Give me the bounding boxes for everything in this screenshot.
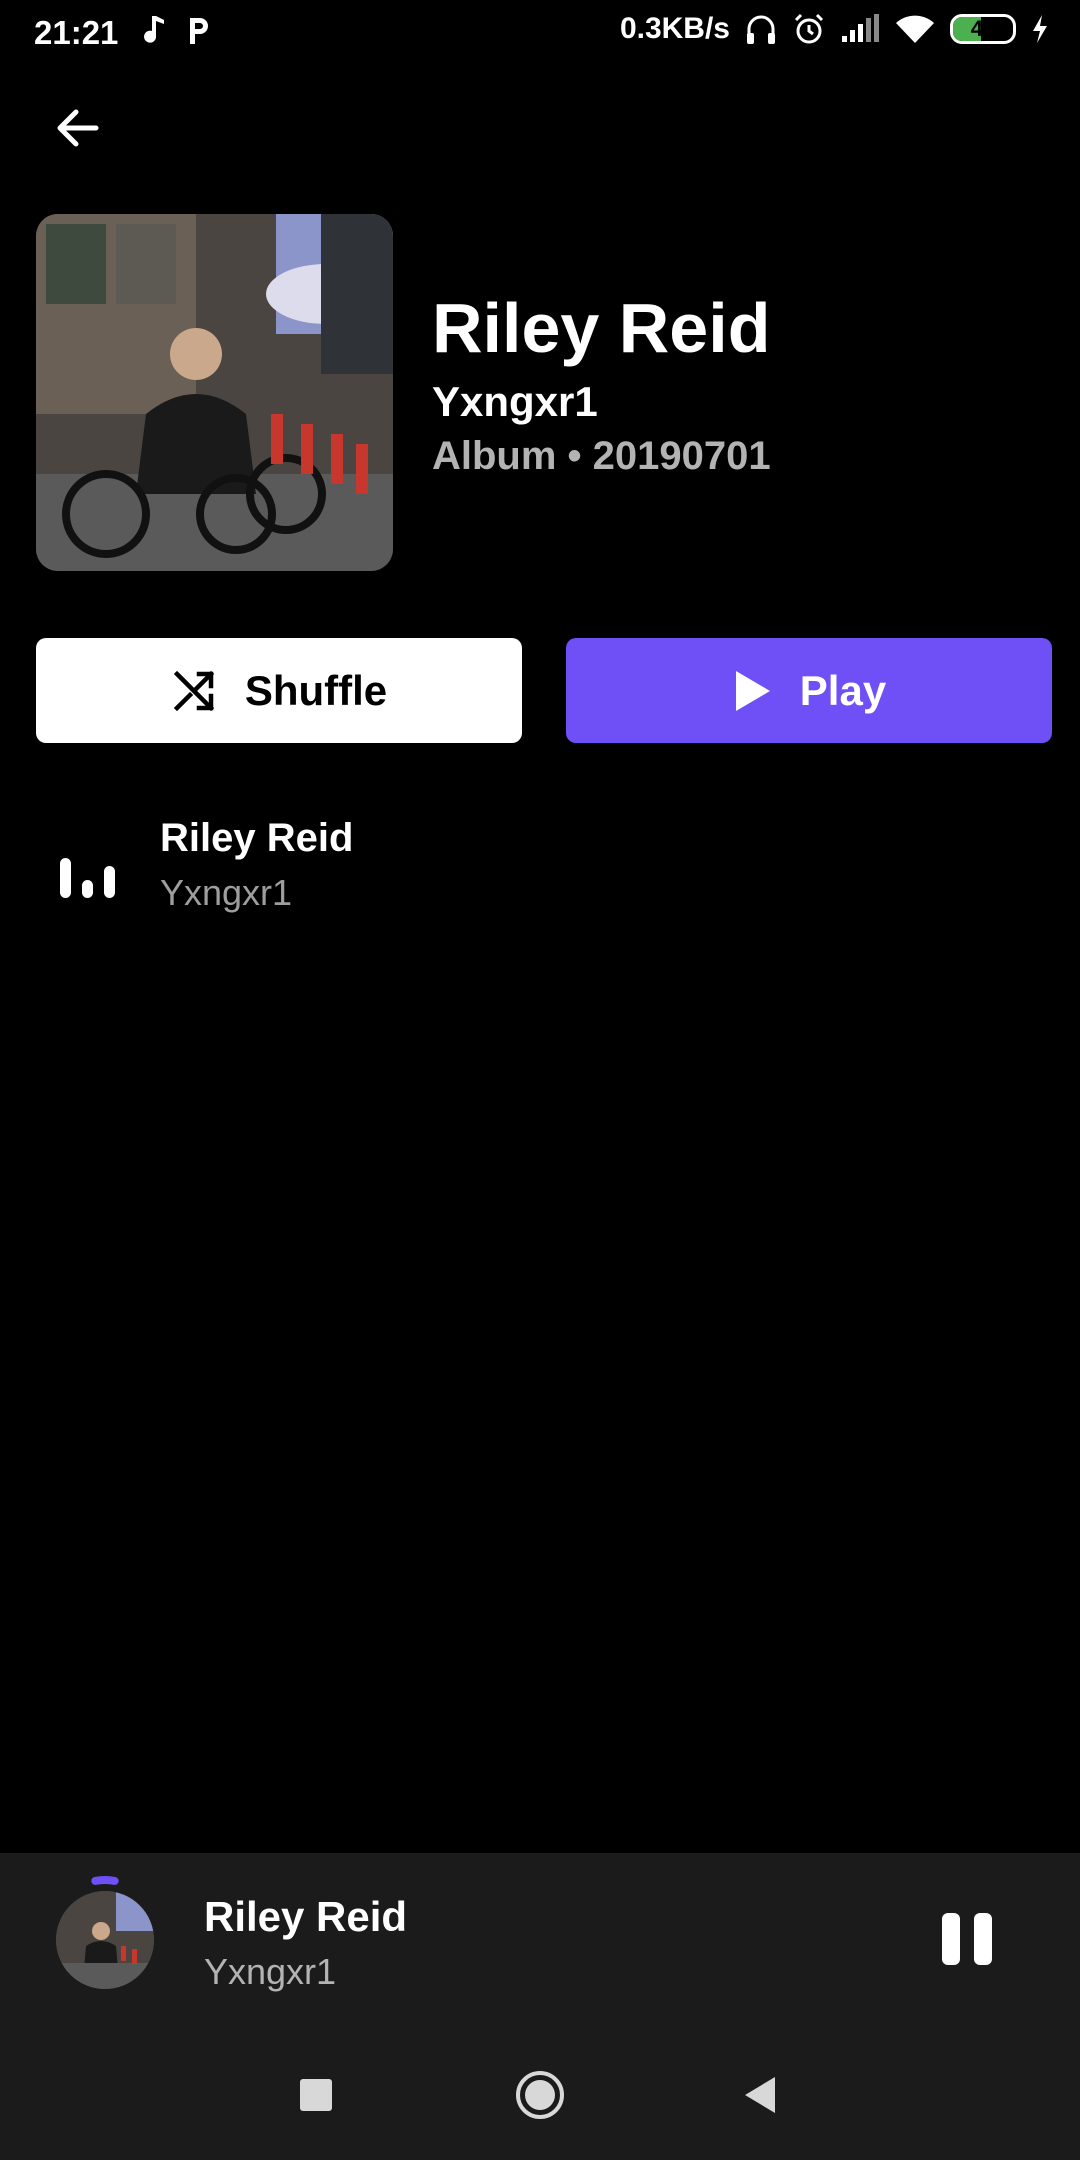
recents-square-icon [300,2079,332,2111]
play-button[interactable]: Play [566,638,1052,743]
album-meta: Album • 20190701 [432,434,771,478]
headphones-icon [747,15,775,44]
battery-percent: 46 [970,16,996,41]
pause-icon [942,1913,960,1965]
arrow-left-icon [57,109,99,147]
mini-player[interactable]: Riley Reid Yxngxr1 [0,1853,1080,2029]
status-time: 21:21 [34,14,119,51]
battery-icon: 46 [950,14,1016,44]
shuffle-label: Shuffle [244,666,388,714]
network-speed: 0.3KB/s [619,12,730,45]
album-title: Riley Reid [432,289,771,367]
recents-button[interactable] [284,2063,348,2127]
back-button[interactable] [50,100,106,156]
wifi-icon [896,15,934,43]
charging-icon [1033,15,1047,43]
home-button[interactable] [508,2063,572,2127]
shuffle-button[interactable]: Shuffle [36,638,522,743]
system-nav-bar [0,2029,1080,2160]
play-label: Play [799,666,887,714]
pause-button[interactable] [942,1913,992,1969]
album-artist[interactable]: Yxngxr1 [432,378,598,426]
status-system-icons: 0.3KB/s 46 [620,12,1050,46]
status-notification-icons [144,14,212,46]
shuffle-icon [173,670,215,711]
system-back-button[interactable] [728,2063,792,2127]
home-circle-icon [516,2071,564,2119]
signal-icon [842,14,879,42]
track-row[interactable]: Riley Reid Yxngxr1 [0,806,1080,926]
album-cover [36,214,393,571]
alarm-icon [794,13,824,44]
track-title: Riley Reid [160,816,354,860]
mini-player-title: Riley Reid [204,1893,408,1940]
play-icon [735,670,770,711]
music-note-icon [144,16,164,43]
equalizer-playing-icon [60,858,115,898]
back-triangle-icon [745,2077,775,2113]
mini-player-artist: Yxngxr1 [204,1951,337,1992]
status-bar: 21:21 0.3KB/s 46 [0,0,1080,66]
track-artist: Yxngxr1 [160,872,293,913]
p-app-icon [190,18,208,44]
mini-player-artwork [56,1891,154,1989]
